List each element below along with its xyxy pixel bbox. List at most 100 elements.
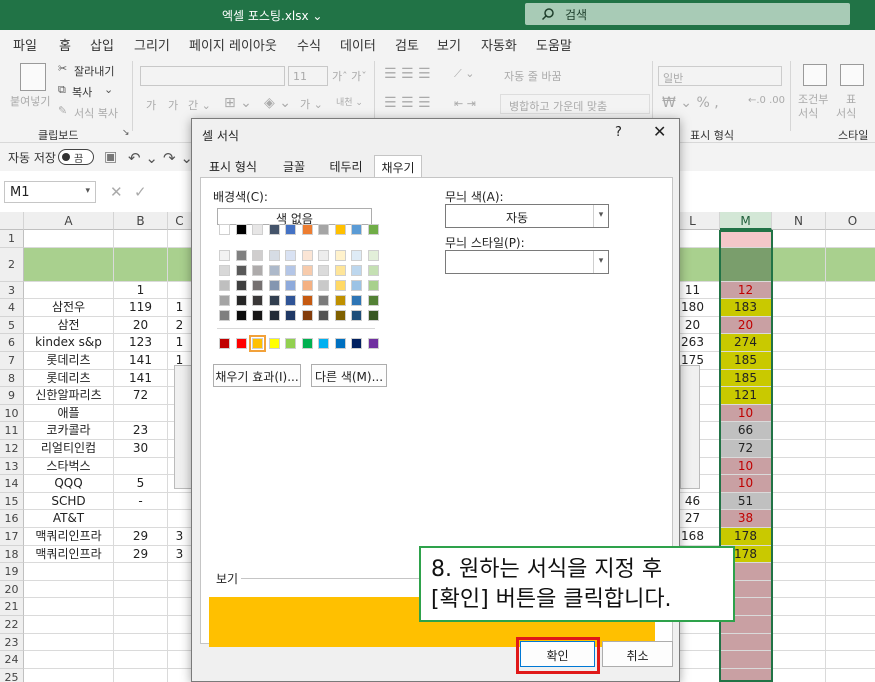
cell[interactable] (720, 668, 772, 682)
color-swatch[interactable] (334, 224, 346, 235)
cell[interactable] (168, 281, 192, 300)
cell[interactable]: 12 (720, 281, 772, 300)
cell[interactable] (114, 651, 168, 669)
cell[interactable] (772, 369, 826, 388)
tab-help[interactable]: 도움말 (536, 35, 572, 54)
cell[interactable] (772, 598, 826, 616)
row-header[interactable]: 18 (0, 545, 24, 564)
paste-icon[interactable] (20, 63, 46, 91)
cell[interactable]: 274 (720, 334, 772, 352)
cell[interactable] (114, 616, 168, 634)
more-colors-button[interactable]: 다른 색(M)... (311, 364, 387, 387)
cell[interactable]: 20 (720, 316, 772, 335)
cell[interactable] (772, 281, 826, 300)
row-header[interactable]: 4 (0, 299, 24, 317)
row-header[interactable]: 22 (0, 616, 24, 634)
standard-color-swatch[interactable] (219, 338, 230, 349)
currency-icon[interactable]: ₩ ⌄ % , (662, 95, 719, 111)
row-header[interactable]: 20 (0, 580, 24, 599)
color-swatch[interactable] (252, 250, 263, 261)
cell[interactable] (826, 317, 875, 335)
row-header[interactable]: 8 (0, 369, 24, 388)
color-swatch[interactable] (285, 295, 296, 306)
color-swatch[interactable] (219, 265, 230, 276)
cell[interactable]: 리얼티인컴 (24, 440, 114, 458)
tab-fill[interactable]: 채우기 (374, 155, 422, 179)
tab-formulas[interactable]: 수식 (297, 35, 321, 54)
cell[interactable]: 20 (114, 316, 168, 335)
cell[interactable] (826, 598, 875, 616)
cell[interactable] (114, 563, 168, 581)
row-header[interactable]: 14 (0, 475, 24, 493)
cell[interactable]: 10 (720, 475, 772, 493)
tab-draw[interactable]: 그리기 (134, 35, 170, 54)
tab-insert[interactable]: 삽입 (90, 35, 114, 54)
cell[interactable] (24, 580, 114, 599)
color-swatch[interactable] (334, 250, 346, 261)
cell[interactable] (114, 510, 168, 528)
column-header[interactable]: A (24, 212, 114, 230)
color-swatch[interactable] (268, 265, 280, 276)
cell[interactable] (826, 616, 875, 634)
cell[interactable] (826, 581, 875, 599)
tab-font[interactable]: 글꼴 (272, 155, 316, 177)
standard-color-swatch[interactable] (334, 338, 346, 349)
color-swatch[interactable] (285, 250, 296, 261)
row-header[interactable]: 19 (0, 563, 24, 581)
color-swatch[interactable] (301, 310, 313, 321)
cell[interactable] (826, 458, 875, 476)
cell[interactable] (826, 493, 875, 511)
cell[interactable]: kindex s&p (24, 334, 114, 352)
color-swatch[interactable] (367, 265, 379, 276)
paste-label[interactable]: 붙여넣기 (10, 93, 50, 109)
cell[interactable] (826, 440, 875, 458)
color-swatch[interactable] (318, 265, 329, 276)
cell[interactable] (826, 422, 875, 440)
color-swatch[interactable] (334, 310, 346, 321)
cell[interactable] (114, 668, 168, 682)
no-color-button[interactable]: 색 없음 (217, 208, 372, 226)
cell[interactable]: 애플 (24, 404, 114, 423)
color-swatch[interactable] (219, 295, 230, 306)
cell[interactable]: 3 (168, 528, 192, 546)
cell[interactable]: 141 (114, 352, 168, 370)
tab-page-layout[interactable]: 페이지 레이아웃 (189, 35, 277, 54)
cell[interactable] (772, 616, 826, 634)
fill-color-icon[interactable]: ◈ ⌄ (264, 95, 291, 111)
color-swatch[interactable] (252, 280, 263, 291)
standard-color-swatch[interactable] (268, 338, 280, 349)
color-swatch[interactable] (351, 310, 362, 321)
cell[interactable] (772, 352, 826, 370)
name-box[interactable]: M1 ▾ (4, 181, 96, 203)
cell[interactable]: 롯데리츠 (24, 352, 114, 370)
standard-color-swatch[interactable] (301, 338, 313, 349)
cell[interactable] (24, 651, 114, 669)
color-swatch[interactable] (285, 280, 296, 291)
font-grow-icon[interactable]: 가ˆ 가ˇ (332, 68, 367, 84)
autosave-toggle[interactable]: 끔 (58, 149, 94, 165)
color-swatch[interactable] (285, 310, 296, 321)
dialog-launcher-icon[interactable]: ↘ (122, 128, 130, 138)
cell[interactable] (772, 563, 826, 581)
color-swatch[interactable] (252, 295, 263, 306)
cell[interactable] (772, 651, 826, 669)
cell[interactable] (826, 282, 875, 300)
cell[interactable] (826, 352, 875, 370)
select-all-corner[interactable] (0, 212, 24, 230)
cancel-icon[interactable]: ✕ (110, 183, 123, 201)
row-header[interactable]: 15 (0, 492, 24, 511)
file-name[interactable]: 엑셀 포스팅.xlsx ⌄ (222, 7, 323, 24)
standard-color-swatch[interactable] (351, 338, 362, 349)
cell[interactable] (826, 230, 875, 248)
column-header[interactable]: N (772, 212, 826, 230)
cell[interactable] (168, 563, 192, 581)
indent-icon[interactable]: ⇤ ⇥ (454, 97, 476, 110)
cell[interactable] (772, 334, 826, 352)
cell[interactable] (826, 563, 875, 581)
row-header[interactable]: 3 (0, 281, 24, 300)
color-swatch[interactable] (301, 295, 313, 306)
cell[interactable] (720, 247, 772, 282)
cell[interactable]: 121 (720, 387, 772, 405)
column-header[interactable]: C (168, 212, 192, 230)
cell[interactable] (114, 404, 168, 423)
